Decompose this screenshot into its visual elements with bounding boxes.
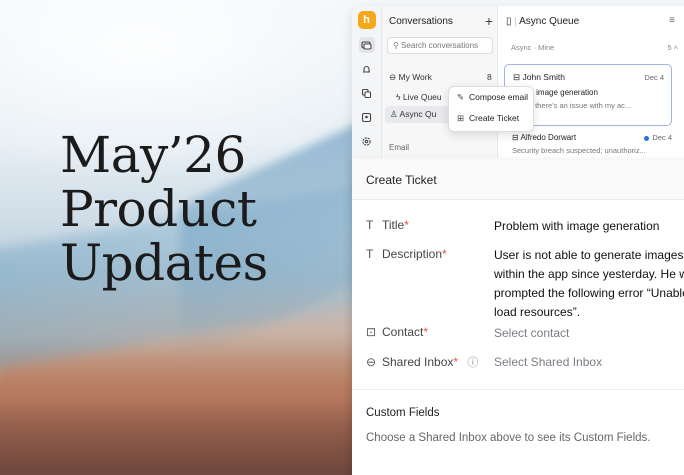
bolt-icon: ϟ [396, 92, 401, 102]
headline-line: Product [60, 180, 257, 238]
sidebar-item-live-queue[interactable]: ϟ Live Queu [396, 92, 442, 102]
contact-select[interactable]: Select contact [494, 324, 569, 343]
gear-icon[interactable] [359, 133, 375, 149]
nav-rail: h [352, 6, 382, 158]
info-icon[interactable]: ⓘ [467, 357, 478, 369]
add-conversation-button[interactable]: + [485, 13, 493, 29]
shared-inbox-label: ⊖ Shared Inbox* ⓘ [366, 355, 479, 369]
filter-icon[interactable]: ≡ [669, 15, 675, 26]
pencil-icon: ✎ [457, 92, 465, 102]
card-preview: Security breach suspected; unauthoriz... [512, 146, 646, 155]
compose-email-menu-item[interactable]: ✎ Compose email [449, 87, 533, 108]
panel-title: Conversations [389, 16, 453, 27]
create-ticket-panel: Create Ticket T Title* Problem with image… [352, 160, 684, 475]
card-subject: e with image generation [513, 88, 598, 97]
queue-title: Async Queue [519, 16, 580, 27]
sidebar-item-my-work[interactable]: ⊖ My Work 8 [389, 72, 492, 83]
panel-toggle-icon[interactable]: ▯ [506, 16, 512, 27]
unread-dot [644, 135, 650, 141]
logo[interactable]: h [357, 11, 376, 29]
custom-fields-hint: Choose a Shared Inbox above to see its C… [366, 432, 651, 444]
create-ticket-menu-item[interactable]: ⊞ Create Ticket [449, 108, 533, 129]
queue-subtitle: Async · Mine [511, 43, 555, 52]
bell-icon[interactable] [359, 61, 375, 77]
headline: May’26 Product Updates [60, 128, 268, 290]
shared-inbox-select[interactable]: Select Shared Inbox [494, 353, 602, 372]
text-icon: T [366, 247, 374, 261]
copy-icon[interactable] [359, 85, 375, 101]
panel-title: Create Ticket [352, 160, 684, 200]
custom-fields-title: Custom Fields [366, 407, 440, 419]
chat-icon[interactable] [358, 37, 375, 53]
card-date: Dec 4 [644, 73, 664, 82]
contact-name: ⊟ John Smith [513, 72, 566, 82]
search-input[interactable]: ⚲ Search conversations [387, 37, 493, 54]
sidebar-item-label: Live Queu [402, 92, 442, 102]
card-date: Dec 4 [644, 133, 672, 142]
search-placeholder: Search conversations [401, 41, 479, 50]
context-menu: ✎ Compose email ⊞ Create Ticket [448, 86, 534, 132]
sidebar-item-label: Async Qu [399, 109, 437, 119]
section-label-email: Email [389, 143, 410, 152]
queue-panel: ▯ | Async Queue ≡ Async · Mine 5 ˄ ⊟ Joh… [498, 6, 684, 158]
inbox-icon: ⊖ [389, 72, 397, 82]
sidebar-item-label: My Work [398, 72, 432, 82]
conversations-panel: Conversations + ⚲ Search conversations ⊖… [382, 6, 498, 158]
card-preview: I think there's an issue with my ac... [513, 101, 632, 110]
contact-label: ⊡ Contact* [366, 325, 429, 339]
email-icon: ⊟ [513, 72, 521, 82]
title-field[interactable]: Problem with image generation [494, 217, 659, 236]
conversation-item[interactable]: ⊟ Alfredo Dorwart Dec 4 Security breach … [512, 133, 672, 155]
queue-header: ▯ | Async Queue [506, 16, 580, 27]
title-label: T Title* [366, 218, 409, 232]
divider [352, 389, 684, 390]
contact-card-icon: ⊡ [366, 325, 377, 339]
queue-count[interactable]: 5 ˄ [667, 43, 678, 52]
email-icon: ⊟ [512, 133, 519, 142]
search-icon: ⚲ [393, 41, 399, 50]
headline-line: Updates [60, 234, 268, 292]
count-badge: 8 [487, 72, 492, 82]
description-field[interactable]: User is not able to generate images with… [494, 246, 684, 322]
user-icon: ♙ [390, 109, 398, 119]
inbox-icon: ⊖ [366, 355, 377, 369]
ticket-icon: ⊞ [457, 113, 465, 123]
text-icon: T [366, 218, 374, 232]
description-label: T Description* [366, 247, 447, 261]
contacts-icon[interactable] [359, 109, 375, 125]
headline-line: May’26 [60, 126, 246, 184]
